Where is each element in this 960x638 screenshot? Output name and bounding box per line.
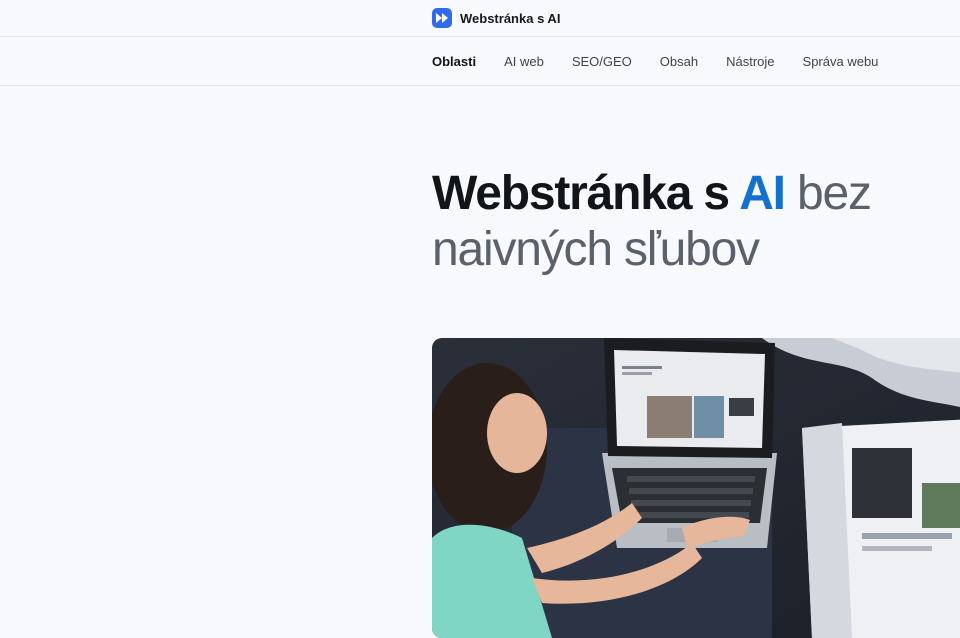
nav-item-oblasti[interactable]: Oblasti [432, 54, 476, 69]
nav-item-obsah[interactable]: Obsah [660, 54, 698, 69]
nav-item-ai-web[interactable]: AI web [504, 54, 544, 69]
top-bar: Webstránka s AI [0, 0, 960, 37]
hero-title: Webstránka s AI bez naivných sľubov [432, 166, 960, 278]
brand-logo[interactable]: Webstránka s AI [432, 8, 560, 28]
hero-image [432, 338, 960, 638]
brand-name: Webstránka s AI [460, 10, 561, 26]
fast-forward-icon [432, 8, 452, 28]
main-navigation: Oblasti AI web SEO/GEO Obsah Nástroje Sp… [0, 37, 960, 86]
nav-item-seo-geo[interactable]: SEO/GEO [572, 54, 632, 69]
hero-photo-illustration [432, 338, 960, 638]
nav-item-nastroje[interactable]: Nástroje [726, 54, 774, 69]
hero-title-part1: Webstránka s [432, 167, 740, 220]
hero-title-accent: AI [739, 167, 786, 220]
nav-item-sprava-webu[interactable]: Správa webu [803, 54, 879, 69]
